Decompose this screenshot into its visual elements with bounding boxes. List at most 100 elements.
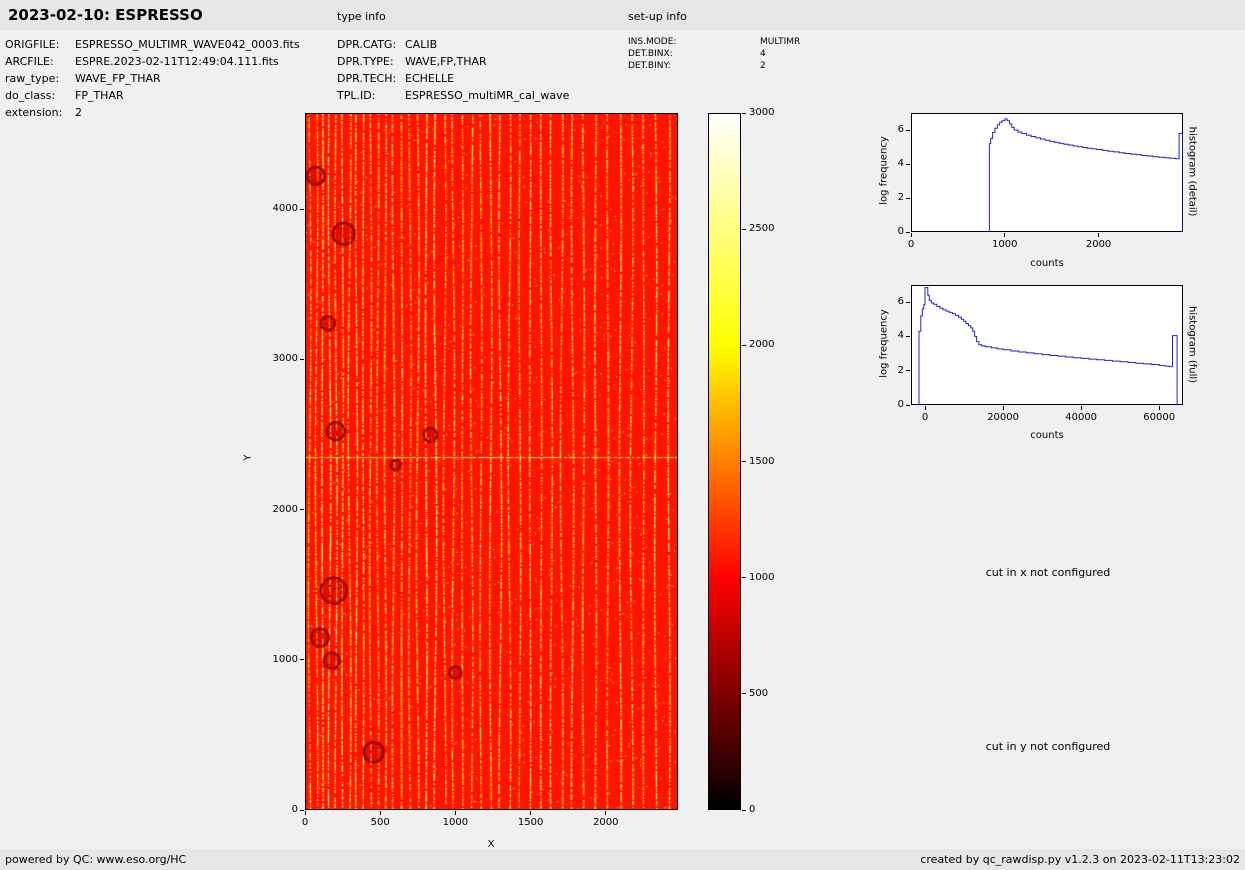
tick-mark <box>530 811 532 815</box>
tick-mark <box>906 231 910 233</box>
tick-label: 0 <box>291 804 298 815</box>
tick-mark <box>924 406 926 410</box>
info-label: INS.MODE: <box>628 37 677 47</box>
tick-mark <box>906 301 910 303</box>
cut-in-x-note: cut in x not configured <box>985 566 1111 579</box>
info-label: ARCFILE: <box>5 55 54 68</box>
footer-right-text: created by qc_rawdisp.py v1.2.3 on 2023-… <box>920 853 1240 866</box>
file-info-block: ORIGFILE: ESPRESSO_MULTIMR_WAVE042_0003.f… <box>5 36 300 121</box>
tick-label: 1500 <box>749 455 775 467</box>
tick-label: 1000 <box>272 653 298 665</box>
raw-image-frame <box>305 113 678 810</box>
tick-label: 2000 <box>749 339 775 351</box>
tick-mark <box>1004 233 1006 237</box>
header-bar: 2023-02-10: ESPRESSO type info set-up in… <box>0 0 1245 30</box>
page-title: 2023-02-10: ESPRESSO <box>8 6 203 24</box>
info-row: ORIGFILE: ESPRESSO_MULTIMR_WAVE042_0003.f… <box>5 36 300 53</box>
tick-label: 0 <box>921 412 929 423</box>
type-info-block: DPR.CATG: CALIB DPR.TYPE: WAVE,FP,THAR DPR… <box>337 36 569 104</box>
info-value: FP_THAR <box>75 89 124 102</box>
tick-label: 500 <box>370 817 390 828</box>
tick-mark <box>1098 233 1100 237</box>
tick-label: 0 <box>907 239 915 250</box>
tick-label: 2 <box>897 192 904 203</box>
colorbar <box>708 113 741 810</box>
histogram_detail-plot <box>988 118 1183 232</box>
tick-label: 1000 <box>992 239 1018 250</box>
info-label: DPR.TYPE: <box>337 55 394 68</box>
info-label: raw_type: <box>5 72 60 85</box>
tick-label: 1000 <box>442 817 469 828</box>
setup-info-block: INS.MODE: MULTIMR DET.BINX: 4 DET.BINY: 2 <box>628 36 800 72</box>
tick-label: 2000 <box>593 817 619 828</box>
tick-mark <box>906 404 910 406</box>
info-label: DET.BINY: <box>628 61 671 71</box>
tick-mark <box>906 335 910 337</box>
info-value: WAVE_FP_THAR <box>75 72 161 85</box>
colorbar-canvas <box>709 114 740 809</box>
info-value: 2 <box>760 61 766 71</box>
tick-mark <box>906 370 910 372</box>
tick-mark <box>742 693 746 695</box>
info-row: extension: 2 <box>5 104 300 121</box>
tick-mark <box>742 228 746 230</box>
info-label: ORIGFILE: <box>5 38 60 51</box>
tick-label: 0 <box>301 817 309 828</box>
tick-mark <box>910 233 912 237</box>
tick-mark <box>1080 406 1082 410</box>
info-row: ARCFILE: ESPRE.2023-02-11T12:49:04.111.fi… <box>5 53 300 70</box>
tick-label: 2 <box>897 364 904 376</box>
info-label: DPR.TECH: <box>337 72 397 85</box>
histogram_detail-line <box>988 118 1183 232</box>
info-value: ESPRESSO_MULTIMR_WAVE042_0003.fits <box>75 38 300 51</box>
footer-left-text: powered by QC: www.eso.org/HC <box>5 853 187 866</box>
tick-mark <box>742 809 746 811</box>
tick-mark <box>1158 406 1160 410</box>
hist-detail-xaxis-label: counts <box>1030 258 1064 269</box>
info-label: extension: <box>5 106 63 119</box>
tick-mark <box>300 509 304 511</box>
info-value: WAVE,FP,THAR <box>405 55 487 68</box>
tick-label: 4000 <box>272 203 298 215</box>
histogram_full-plot <box>918 287 1178 405</box>
info-row: DPR.CATG: CALIB <box>337 36 569 53</box>
info-label: DPR.CATG: <box>337 38 397 51</box>
tick-mark <box>605 811 607 815</box>
info-value: ESPRESSO_multiMR_cal_wave <box>405 89 570 102</box>
hist-full-right-label: histogram (full) <box>1186 305 1198 384</box>
info-row: DET.BINY: 2 <box>628 60 800 72</box>
main-yaxis-label: Y <box>242 454 254 461</box>
tick-label: 2500 <box>749 223 775 235</box>
footer-bar: powered by QC: www.eso.org/HC created by… <box>0 849 1245 870</box>
tick-mark <box>742 577 746 579</box>
info-row: do_class: FP_THAR <box>5 87 300 104</box>
info-row: DPR.TYPE: WAVE,FP,THAR <box>337 53 569 70</box>
info-row: DET.BINX: 4 <box>628 48 800 60</box>
tick-label: 500 <box>749 687 769 699</box>
hist-detail-right-label: histogram (detail) <box>1186 126 1198 217</box>
tick-label: 6 <box>897 124 904 135</box>
tick-mark <box>300 358 304 360</box>
tick-label: 3000 <box>749 107 775 118</box>
info-label: DET.BINX: <box>628 49 673 59</box>
tick-mark <box>906 129 910 131</box>
hist-full-xaxis-label: counts <box>1030 430 1064 441</box>
qc-report-page: 2023-02-10: ESPRESSO type info set-up in… <box>0 0 1245 870</box>
tick-label: 1000 <box>749 571 775 583</box>
tick-mark <box>742 344 746 346</box>
tick-mark <box>300 809 304 811</box>
tick-label: 2000 <box>272 503 298 515</box>
tick-label: 1500 <box>517 817 544 828</box>
tick-label: 3000 <box>272 353 298 365</box>
info-value: 4 <box>760 49 766 59</box>
info-row: INS.MODE: MULTIMR <box>628 36 800 48</box>
tick-label: 4 <box>897 330 904 342</box>
info-row: DPR.TECH: ECHELLE <box>337 70 569 87</box>
tick-label: 0 <box>897 226 904 237</box>
tick-label: 4 <box>897 158 904 169</box>
tick-label: 0 <box>749 804 756 815</box>
tick-mark <box>742 461 746 462</box>
tick-mark <box>454 811 456 815</box>
raw-image-canvas <box>306 114 677 809</box>
histogram_full-line <box>918 287 1178 405</box>
